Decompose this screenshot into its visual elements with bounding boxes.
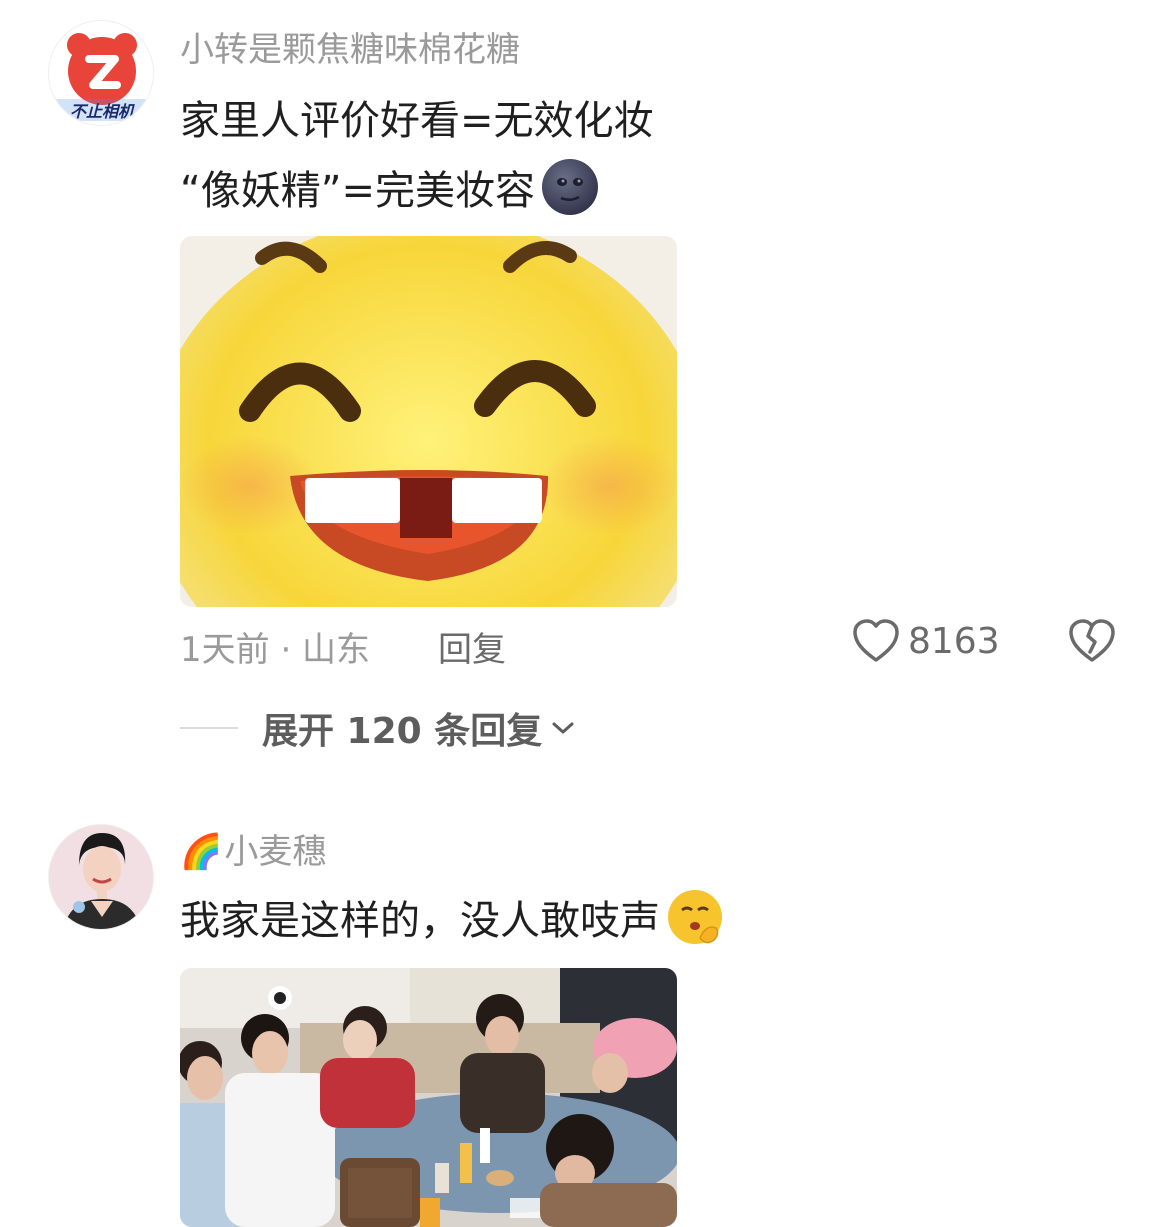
comment-image[interactable] — [180, 236, 677, 607]
reply-button[interactable]: 回复 — [438, 622, 506, 671]
comment-text-line: 我家是这样的，没人敢吱声 — [180, 888, 724, 946]
comment-text-line: “像妖精”=完美妆容 — [180, 158, 599, 216]
broken-heart-icon — [1069, 619, 1115, 662]
group-makeup-photo — [180, 968, 677, 1227]
comment-image[interactable] — [180, 968, 677, 1227]
shushing-face-icon — [668, 890, 722, 944]
comment-text: 家里人评价好看=无效化妆 — [180, 98, 654, 144]
comment-text-line: 家里人评价好看=无效化妆 — [180, 88, 654, 146]
avatar[interactable]: 不止相机 — [48, 20, 154, 126]
chevron-down-icon — [552, 722, 574, 734]
comment-item: 🌈小麦穗 我家是这样的，没人敢吱声 — [0, 800, 1168, 1227]
rainbow-icon: 🌈 — [180, 832, 223, 872]
username-row[interactable]: 🌈小麦穗 — [180, 824, 326, 873]
expand-replies-button[interactable]: 展开 120 条回复 — [180, 702, 576, 754]
time-location: 1天前 · 山东 — [180, 630, 371, 670]
user-photo-avatar — [49, 825, 153, 929]
new-moon-face-icon — [541, 159, 598, 215]
avatar-badge-text: 不止相机 — [70, 103, 135, 121]
comment-text: “像妖精”=完美妆容 — [180, 168, 535, 214]
dislike-button[interactable] — [1068, 618, 1116, 668]
heart-icon — [853, 619, 899, 662]
username[interactable]: 小转是颗焦糖味棉花糖 — [180, 22, 520, 71]
divider-line — [180, 727, 238, 729]
username: 小麦穗 — [224, 832, 327, 872]
comment-text: 我家是这样的，没人敢吱声 — [180, 898, 660, 944]
zhuanzhuan-logo-icon: 不止相机 — [49, 21, 153, 125]
avatar[interactable] — [48, 824, 154, 930]
comment-item: 不止相机 小转是颗焦糖味棉花糖 家里人评价好看=无效化妆 “像妖精”=完美妆容 — [0, 0, 1168, 790]
grinning-emoji-meme-image — [180, 236, 677, 607]
like-button[interactable]: 8163 — [852, 618, 1000, 664]
like-count: 8163 — [908, 620, 1000, 662]
expand-replies-label: 展开 120 条回复 — [262, 711, 543, 752]
